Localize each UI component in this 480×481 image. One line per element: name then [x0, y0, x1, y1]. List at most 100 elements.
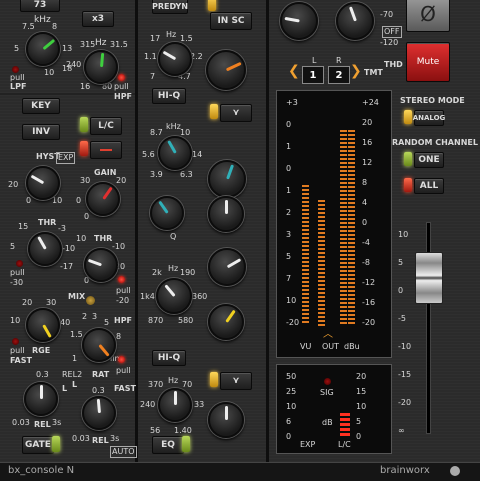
inv-button[interactable]: INV: [22, 124, 60, 140]
meter-segment: [302, 197, 309, 199]
gate-button[interactable]: GATE: [22, 436, 54, 454]
hyst-tick: 20: [8, 180, 19, 189]
meter-segment: [318, 324, 325, 326]
bell-shape-button[interactable]: ⋎: [220, 104, 252, 122]
output-fader[interactable]: [415, 252, 443, 304]
meter-segment: [302, 209, 309, 211]
band2-q-knob[interactable]: [150, 196, 184, 230]
band2-freq-knob[interactable]: [158, 136, 192, 170]
scale-tick: 0: [356, 432, 362, 441]
band4-tick: 1.40: [174, 426, 192, 435]
comp-thr-value: -20: [116, 296, 130, 305]
ratio-tick: 3: [92, 312, 98, 321]
hpf-knob[interactable]: [84, 50, 118, 84]
meter-segment: [302, 217, 309, 219]
predyn-button[interactable]: PREDYN: [152, 0, 188, 14]
band3-gain-knob[interactable]: [208, 248, 246, 286]
band4-freq-knob[interactable]: [158, 388, 192, 422]
comp-threshold-knob[interactable]: [84, 248, 118, 282]
meter-segment: [340, 314, 347, 316]
one-button[interactable]: ONE: [414, 152, 444, 168]
range-tick: 10: [10, 316, 21, 325]
meter-segment: [340, 210, 347, 212]
meter-segment: [340, 186, 347, 188]
band3-q-knob[interactable]: [208, 304, 244, 340]
band2-extra-knob[interactable]: [208, 196, 244, 232]
knob-pointer: [97, 344, 109, 357]
meter-segment: [348, 242, 355, 244]
sidechain-listen-button[interactable]: [90, 141, 122, 159]
knob-pointer: [87, 258, 102, 267]
input-gain-knob[interactable]: [280, 2, 318, 40]
hi-q-button[interactable]: HI-Q: [152, 350, 186, 366]
meter-segment: [302, 301, 309, 303]
meter-segment: [302, 285, 309, 287]
meter-segment: [318, 224, 325, 226]
meter-segment: [340, 278, 347, 280]
meter-segment: [340, 134, 347, 136]
meter-segment: [348, 206, 355, 208]
thd-knob[interactable]: [336, 2, 374, 40]
lc-button[interactable]: L/C: [90, 117, 122, 135]
scale-tick: 0: [398, 286, 404, 295]
shelf-shape-button[interactable]: ⋎: [220, 372, 252, 390]
meter-segment: [302, 269, 309, 271]
meter-segment: [302, 229, 309, 231]
scale-tick: -4: [362, 238, 370, 247]
scale-tick: 20: [362, 118, 373, 127]
mute-button[interactable]: Mute: [406, 42, 450, 82]
meter-segment: [348, 150, 355, 152]
meter-segment: [348, 262, 355, 264]
hi-q-button[interactable]: HI-Q: [152, 88, 186, 104]
gate-rel-tick: 0.03: [12, 418, 30, 427]
gate-release-knob[interactable]: [24, 382, 58, 416]
x3-button[interactable]: x3: [82, 11, 114, 27]
band1-gain-knob[interactable]: [206, 50, 246, 90]
channel-badge[interactable]: 2: [328, 66, 350, 84]
range-knob[interactable]: [26, 308, 60, 342]
meter-segment: [302, 213, 309, 215]
ratio-knob[interactable]: [82, 328, 116, 362]
scale-tick: 10: [356, 402, 367, 411]
gate-threshold-knob[interactable]: [28, 232, 62, 266]
meter-segment: [348, 266, 355, 268]
gain-tick: 30: [80, 176, 91, 185]
comp-release-knob[interactable]: [82, 396, 116, 430]
meter-segment: [302, 185, 309, 187]
meter-segment: [318, 220, 325, 222]
eq-button[interactable]: EQ: [152, 436, 184, 454]
band2-gain-knob[interactable]: [208, 160, 246, 198]
next-arrow-icon[interactable]: ❯: [350, 64, 362, 78]
hyst-knob[interactable]: [26, 166, 60, 200]
band1-tick: 7: [150, 72, 156, 81]
channel-badge[interactable]: 1: [302, 66, 324, 84]
meter-segment: [340, 214, 347, 216]
lpf-unit: kHz: [34, 15, 51, 25]
band3-freq-knob[interactable]: [156, 278, 192, 314]
band1-freq-knob[interactable]: [158, 42, 192, 76]
meter-segment: [318, 272, 325, 274]
comp-thr-tick: -10: [112, 242, 126, 251]
band4-gain-knob[interactable]: [208, 402, 244, 438]
scale-tick: 25: [286, 387, 297, 396]
gain-knob[interactable]: [86, 182, 120, 216]
phase-button[interactable]: Ø: [406, 0, 450, 32]
scale-tick: +24: [362, 98, 379, 107]
mix-screw[interactable]: [86, 296, 95, 305]
analog-button[interactable]: ANALOG: [413, 110, 445, 126]
lpf-knob[interactable]: [26, 32, 60, 66]
meter-segment: [348, 306, 355, 308]
knob-pointer: [225, 164, 234, 180]
knob-pointer: [283, 16, 300, 23]
gate-rel-side: L: [62, 384, 68, 393]
exp-label: EXP: [300, 440, 316, 449]
key-button[interactable]: KEY: [22, 98, 60, 114]
auto-badge[interactable]: AUTO: [110, 446, 137, 458]
prev-arrow-icon[interactable]: ❮: [288, 64, 300, 78]
channel-label: L: [312, 56, 317, 65]
all-button[interactable]: ALL: [414, 178, 444, 194]
meter-segment: [340, 174, 347, 176]
in-sc-button[interactable]: IN SC: [210, 12, 252, 30]
meter-segment: [318, 232, 325, 234]
scale-tick: 16: [362, 138, 373, 147]
